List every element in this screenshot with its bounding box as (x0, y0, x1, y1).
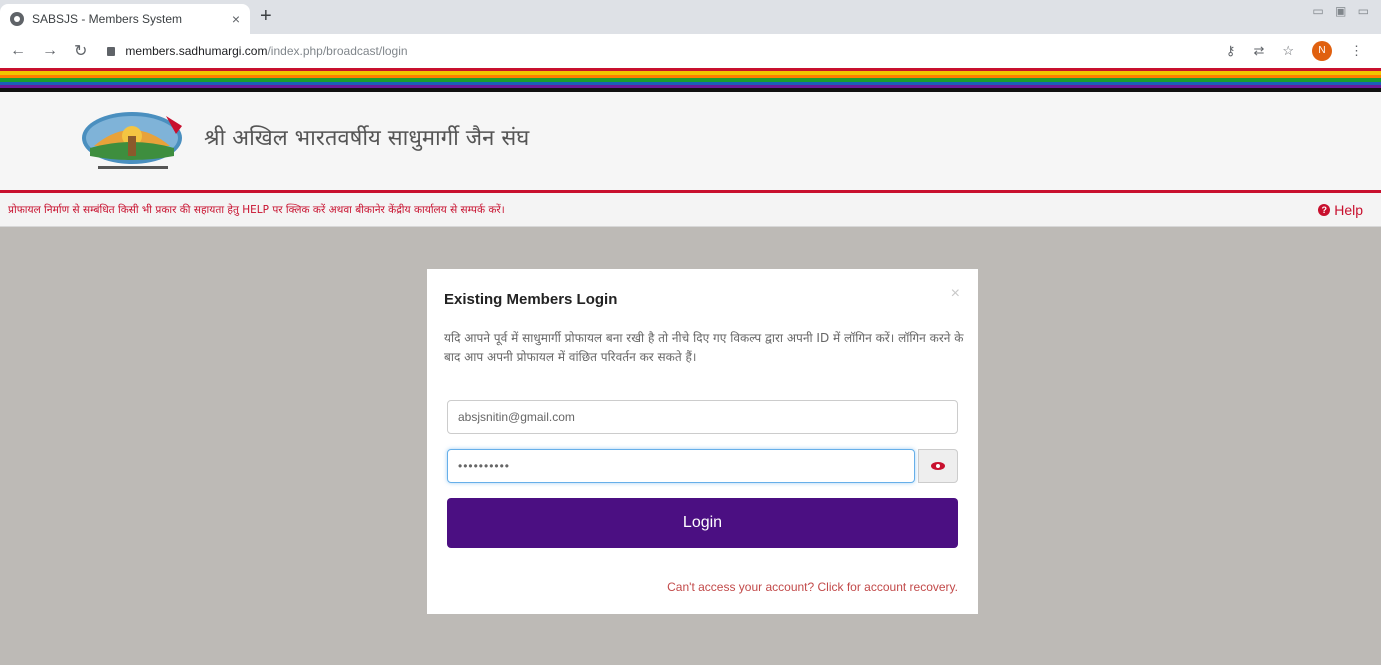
reload-icon[interactable]: ↻ (74, 41, 87, 61)
account-recovery-link[interactable]: Can't access your account? Click for acc… (667, 580, 958, 594)
key-icon[interactable]: ⚷ (1226, 43, 1236, 59)
rainbow-band (0, 68, 1381, 92)
url-domain: members.sadhumargi.com (125, 44, 268, 58)
star-icon[interactable]: ☆ (1282, 43, 1294, 59)
login-modal: Existing Members Login × यदि आपने पूर्व … (427, 269, 978, 614)
back-icon[interactable]: ← (10, 42, 26, 60)
browser-tab[interactable]: SABSJS - Members System × (0, 4, 250, 34)
address-bar[interactable]: members.sadhumargi.com /index.php/broadc… (103, 38, 1226, 64)
modal-title: Existing Members Login (444, 291, 618, 308)
forward-icon[interactable]: → (42, 42, 58, 60)
site-title: श्री अखिल भारतवर्षीय साधुमार्गी जैन संघ (204, 126, 530, 151)
site-header: श्री अखिल भारतवर्षीय साधुमार्गी जैन संघ (0, 92, 1381, 190)
tab-title: SABSJS - Members System (32, 12, 183, 26)
sangh-logo (82, 112, 182, 169)
password-field[interactable]: •••••••••• (447, 449, 915, 483)
profile-avatar[interactable]: N (1312, 41, 1332, 61)
window-controls[interactable]: ▭ ▣ ▭ (1312, 4, 1373, 18)
help-label: Help (1334, 201, 1363, 218)
email-field[interactable]: absjsnitin@gmail.com (447, 400, 958, 434)
browser-toolbar: ← → ↻ members.sadhumargi.com /index.php/… (0, 34, 1381, 68)
toolbar-icons: ⚷ ⇄ ☆ N ⋮ (1226, 41, 1363, 61)
new-tab-button[interactable]: + (260, 5, 272, 28)
modal-description: यदि आपने पूर्व में साधुमार्गी प्रोफायल ब… (444, 331, 964, 364)
browser-tabstrip: SABSJS - Members System × + ▭ ▣ ▭ (0, 0, 1381, 34)
notice-bar: प्रोफायल निर्माण से सम्बंधित किसी भी प्र… (0, 193, 1381, 227)
login-button[interactable]: Login (447, 498, 958, 548)
show-password-button[interactable] (918, 449, 958, 483)
close-icon[interactable]: × (951, 285, 960, 303)
translate-icon[interactable]: ⇄ (1253, 43, 1264, 59)
help-link[interactable]: ? Help (1318, 202, 1363, 218)
menu-icon[interactable]: ⋮ (1350, 43, 1363, 59)
notice-text: प्रोफायल निर्माण से सम्बंधित किसी भी प्र… (8, 203, 505, 216)
eye-icon (931, 462, 945, 470)
url-path: /index.php/broadcast/login (267, 44, 408, 58)
globe-icon (10, 12, 24, 26)
lock-icon (107, 46, 116, 56)
question-icon: ? (1318, 203, 1331, 216)
tab-close-icon[interactable]: × (232, 11, 240, 27)
